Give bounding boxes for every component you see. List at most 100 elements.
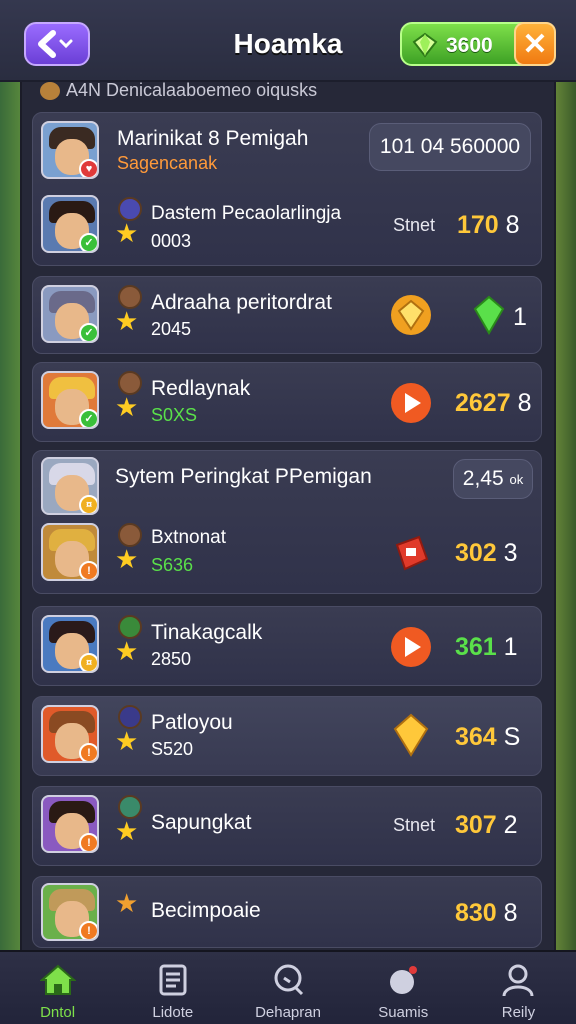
score-tail: 8 (503, 899, 518, 927)
avatar: ! (41, 883, 99, 941)
featured-title: Marinikat 8 Pemigah (117, 127, 309, 150)
player-name: Redlaynak (151, 377, 251, 400)
score-tail: 1 (503, 633, 518, 661)
search-icon (274, 964, 304, 996)
leaderboard-row[interactable]: ! ★ Sapungkat Stnet 307 2 (32, 786, 542, 866)
score-tail: 2 (503, 811, 518, 839)
score-value: 2627 (455, 389, 511, 417)
avatar: ✓ (41, 195, 99, 253)
play-icon[interactable] (389, 381, 433, 425)
score-tail: 8 (517, 389, 532, 417)
rank-badge-icon: ★ (115, 285, 145, 334)
bomb-icon (390, 966, 418, 994)
score-value: 830 (455, 899, 497, 927)
score-tail: 8 (505, 211, 520, 239)
nav-label: Suamis (378, 1004, 429, 1021)
player-sub: 2045 (151, 319, 192, 339)
player-name: Tinakagcalk (151, 621, 263, 644)
subheader-text: A4N Denicalaaboemeo oiqusks (66, 80, 318, 100)
fire-icon: ! (79, 743, 97, 761)
leaderboard-row[interactable]: ✓ ★ Redlaynak S0XS 2627 8 (32, 362, 542, 442)
player-score: 2627 8 (455, 389, 531, 418)
coin-icon (40, 81, 60, 100)
player-name: Sapungkat (151, 811, 252, 834)
check-icon: ✓ (79, 323, 97, 341)
player-score: 364 S (455, 723, 520, 752)
featured-subtitle: Sagencanak (117, 153, 218, 173)
home-icon (39, 964, 76, 995)
avatar: ! (41, 795, 99, 853)
fire-icon: ! (79, 833, 97, 851)
system-rank-card[interactable]: ¤ Sytem Peringkat PPemigan 2,45 ok ! ★ B… (32, 450, 542, 594)
score-value: 170 (457, 211, 499, 239)
gem-value: 3600 (446, 34, 493, 57)
gem-icon (412, 32, 438, 58)
check-icon: ✓ (79, 409, 97, 427)
leaderboard-row[interactable]: ! ★ Becimpoaie 830 8 (32, 876, 542, 948)
player-score: 307 2 (455, 811, 518, 840)
rank-badge-icon: ★ (115, 523, 145, 572)
coin-badge-icon: ¤ (79, 495, 97, 513)
ticket-icon[interactable] (389, 531, 433, 575)
rank-badge-icon: ★ (115, 888, 139, 918)
list-icon (159, 964, 187, 996)
player-score: 361 1 (455, 633, 518, 662)
player-name: Patloyou (151, 711, 233, 734)
player-name: Dastem Pecaolarlingja (151, 203, 342, 224)
avatar: ♥ (41, 121, 99, 179)
player-score: 1 (513, 303, 527, 331)
player-name: Bxtnonat (151, 527, 226, 548)
status-label: Stnet (393, 815, 436, 835)
rank-badge-icon: ★ (115, 795, 145, 844)
player-score: 302 3 (455, 539, 518, 568)
nav-label: Dntol (40, 1004, 76, 1021)
nav-social[interactable]: Suamis (346, 952, 461, 1024)
player-sub: S0XS (151, 405, 198, 425)
system-value: 2,45 ok (453, 459, 533, 499)
avatar: ! (41, 523, 99, 581)
player-sub: 2850 (151, 649, 192, 669)
leaderboard-row[interactable]: ! ★ Patloyou S520 364 S (32, 696, 542, 776)
system-title: Sytem Peringkat PPemigan (115, 465, 372, 488)
featured-card[interactable]: ♥ Marinikat 8 Pemigah Sagencanak 101 04 … (32, 112, 542, 266)
close-button[interactable]: ✕ (514, 22, 556, 66)
green-gem-icon (473, 295, 505, 335)
fire-icon: ! (79, 921, 97, 939)
nav-search[interactable]: Dehapran (230, 952, 345, 1024)
play-icon[interactable] (389, 625, 433, 669)
avatar: ✓ (41, 285, 99, 343)
rank-badge-icon: ★ (115, 371, 145, 420)
system-value-tail: ok (509, 471, 524, 487)
leaderboard-row[interactable]: ✓ ★ Adraaha peritordrat 2045 1 (32, 276, 542, 354)
gold-gem-icon[interactable] (389, 293, 433, 337)
status-label: Stnet (393, 215, 436, 235)
avatar: ! (41, 705, 99, 763)
score-value: 361 (455, 633, 497, 661)
check-icon: ✓ (79, 233, 97, 251)
avatar: ¤ (41, 615, 99, 673)
player-score: 830 8 (455, 899, 518, 928)
score-value: 364 (455, 723, 497, 751)
player-score: 170 8 (457, 211, 520, 240)
nav-update[interactable]: Lidote (115, 952, 230, 1024)
avatar: ¤ (41, 457, 99, 515)
player-sub: S636 (151, 555, 194, 575)
heart-icon: ♥ (79, 159, 97, 177)
score-value: 302 (455, 539, 497, 567)
coin-badge-icon: ¤ (79, 653, 97, 671)
nav-label: Reily (501, 1004, 536, 1021)
score-value: 307 (455, 811, 497, 839)
player-sub: S520 (151, 739, 194, 759)
nav-label: Lidote (152, 1004, 194, 1021)
score-tail: 3 (503, 539, 518, 567)
leaderboard-row[interactable]: ¤ ★ Tinakagcalk 2850 361 1 (32, 606, 542, 686)
system-value-number: 2,45 (462, 467, 504, 490)
gold-gem-icon[interactable] (389, 713, 433, 757)
player-sub: 0003 (151, 231, 192, 251)
rank-badge-icon: ★ (115, 197, 145, 246)
avatar: ✓ (41, 371, 99, 429)
nav-profile[interactable]: Reily (461, 952, 576, 1024)
nav-home[interactable]: Dntol (0, 952, 115, 1024)
featured-value: 101 04 560000 (369, 123, 531, 171)
bottom-nav: Dntol Lidote Dehapran Suamis Reily (0, 950, 576, 1024)
